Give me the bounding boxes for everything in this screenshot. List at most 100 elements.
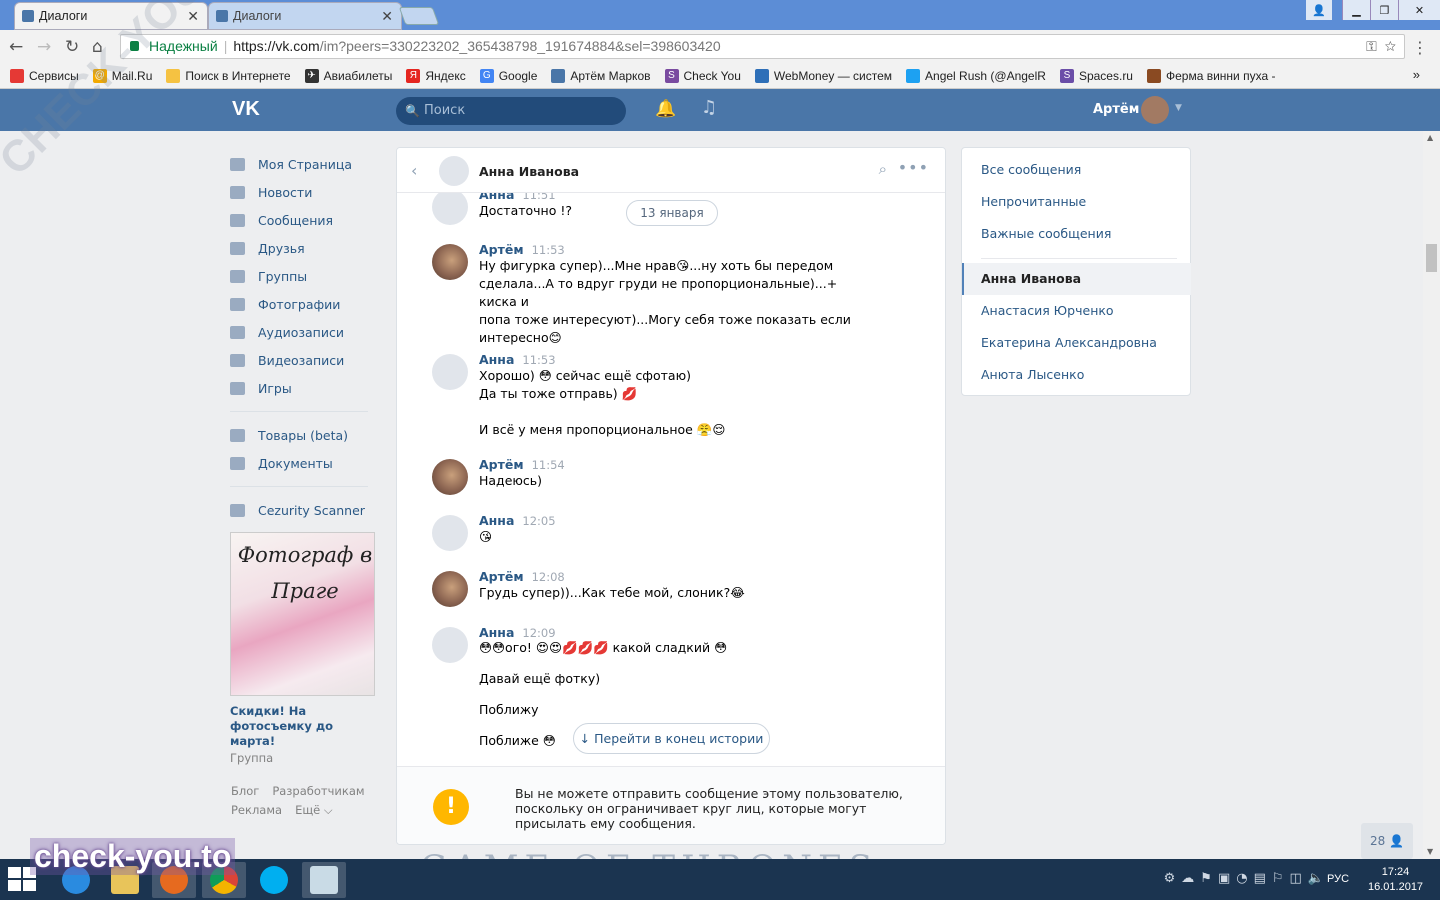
bell-icon[interactable]: 🔔 (655, 99, 676, 119)
ad-title[interactable]: Скидки! На фотосъемку до марта! (230, 704, 380, 749)
search-icon[interactable]: ⌕ (879, 160, 887, 178)
back-icon[interactable]: ← (9, 37, 23, 57)
home-icon[interactable]: ⌂ (92, 37, 103, 57)
star-icon[interactable]: ☆ (1385, 38, 1396, 54)
back-arrow-icon[interactable]: ‹ (411, 161, 417, 180)
jump-to-end-button[interactable]: ↓ Перейти в конец истории (573, 723, 770, 754)
dialog-item[interactable]: Анастасия Юрченко (981, 303, 1114, 318)
menu-item-my-page[interactable]: Моя Страница (230, 150, 380, 178)
message-author[interactable]: Артём (479, 242, 524, 257)
chat-avatar[interactable] (439, 156, 469, 186)
bookmark-yandex[interactable]: Я Яндекс (406, 68, 466, 83)
footer-ads[interactable]: Реклама (231, 803, 282, 817)
bookmark-google[interactable]: G Google (479, 68, 537, 83)
message-author[interactable]: Анна (479, 625, 514, 640)
close-window-button[interactable]: ✕ (1398, 0, 1440, 20)
clock[interactable]: 17:24 16.01.2017 (1368, 865, 1423, 895)
dialog-item-active[interactable]: Анна Иванова (962, 263, 1191, 295)
search-input[interactable]: 🔍 Поиск (396, 97, 626, 125)
scrollbar[interactable]: ▲ ▼ (1423, 131, 1440, 859)
friends-icon (230, 241, 245, 255)
avatar[interactable] (432, 354, 468, 390)
scroll-down-icon[interactable]: ▼ (1427, 847, 1433, 856)
dialog-item[interactable]: Анюта Лысенко (981, 367, 1084, 382)
bookmark-twitter[interactable]: Angel Rush (@AngelR (906, 68, 1046, 83)
menu-item-news[interactable]: Новости (230, 178, 380, 206)
bookmark-search[interactable]: Поиск в Интернете (166, 68, 291, 83)
vk-logo[interactable]: VK (232, 98, 260, 121)
filter-unread[interactable]: Непрочитанные (981, 194, 1086, 209)
avatar[interactable] (432, 627, 468, 663)
avatar[interactable] (432, 515, 468, 551)
scroll-up-icon[interactable]: ▲ (1427, 133, 1433, 142)
groups-icon (230, 269, 245, 283)
more-bookmarks-icon[interactable]: » (1413, 67, 1420, 82)
footer-more[interactable]: Ещё ⌵ (295, 803, 333, 817)
address-bar[interactable]: Надежный | https://vk.com/im?peers=3302232… (120, 34, 1405, 59)
scroll-thumb[interactable] (1426, 244, 1437, 272)
message-author[interactable]: Артём (479, 457, 524, 472)
notepad-icon[interactable] (302, 862, 346, 898)
avatar[interactable] (432, 244, 468, 280)
dialog-item[interactable]: Екатерина Александровна (981, 335, 1157, 350)
footer-dev[interactable]: Разработчикам (272, 784, 364, 798)
music-icon[interactable]: ♫ (701, 97, 717, 118)
tab-dialogs-active[interactable]: Диалоги ✕ (14, 2, 208, 30)
avatar[interactable] (432, 193, 468, 225)
message-author[interactable]: Анна (479, 352, 514, 367)
bookmark-mailru[interactable]: @ Mail.Ru (92, 68, 152, 83)
chevron-down-icon[interactable]: ▼ (1175, 103, 1182, 113)
message-time: 12:09 (522, 626, 556, 640)
bookmark-services[interactable]: Сервисы (10, 68, 79, 83)
ad-image[interactable]: Фотограф в Праге (230, 532, 375, 696)
tab-title: Диалоги (39, 9, 88, 23)
language-indicator[interactable]: РУС (1327, 873, 1349, 885)
bookmark-artem[interactable]: Артём Марков (551, 68, 651, 83)
forward-icon[interactable]: → (37, 37, 51, 57)
bookmark-webmoney[interactable]: WebMoney — систем (754, 68, 892, 83)
system-tray-icons[interactable]: ⚙☁⚑▣◔▤⚐◫🔈 (1164, 871, 1330, 886)
menu-item-messages[interactable]: Сообщения (230, 206, 380, 234)
menu-item-audio[interactable]: Аудиозаписи (230, 318, 380, 346)
menu-item-friends[interactable]: Друзья (230, 234, 380, 262)
profile-icon[interactable]: 👤 (1306, 0, 1332, 20)
bookmark-farm[interactable]: Ферма винни пуха - (1146, 68, 1275, 83)
menu-item-video[interactable]: Видеозаписи (230, 346, 380, 374)
tab-dialogs[interactable]: Диалоги ✕ (208, 2, 402, 30)
new-tab-button[interactable] (398, 7, 440, 25)
bookmark-avia[interactable]: ✈ Авиабилеты (304, 68, 392, 83)
menu-item-games[interactable]: Игры (230, 374, 380, 402)
chrome-menu-icon[interactable]: ⋮ (1412, 38, 1428, 57)
minimize-button[interactable]: ▁ (1342, 0, 1370, 20)
menu-item-cezurity[interactable]: Cezurity Scanner (230, 496, 380, 524)
message-author[interactable]: Анна (479, 193, 514, 202)
skype-icon[interactable] (252, 862, 296, 898)
message-list[interactable]: 13 января Анна 11:51 Достаточно !? Артём 1… (397, 193, 945, 766)
bookmark-checkyou[interactable]: S Check You (664, 68, 741, 83)
filter-all-messages[interactable]: Все сообщения (981, 162, 1081, 177)
bookmark-spaces[interactable]: S Spaces.ru (1059, 68, 1133, 83)
message-author[interactable]: Артём (479, 569, 524, 584)
close-tab-icon[interactable]: ✕ (381, 3, 393, 29)
avatar[interactable] (432, 571, 468, 607)
menu-item-photos[interactable]: Фотографии (230, 290, 380, 318)
close-tab-icon[interactable]: ✕ (187, 3, 199, 29)
mailru-icon: @ (92, 68, 107, 83)
avatar[interactable] (1141, 96, 1169, 124)
avatar[interactable] (432, 459, 468, 495)
menu-item-groups[interactable]: Группы (230, 262, 380, 290)
browser-tab-bar: Диалоги ✕ Диалоги ✕ 👤 ▁ ❐ ✕ (0, 0, 1440, 30)
restore-button[interactable]: ❐ (1370, 0, 1398, 20)
user-name[interactable]: Артём (1093, 102, 1139, 117)
footer-blog[interactable]: Блог (231, 784, 259, 798)
notification-count-badge[interactable]: 28 👤 (1361, 823, 1413, 859)
menu-item-goods[interactable]: Товары (beta) (230, 421, 380, 449)
spaces-icon: S (1059, 68, 1074, 83)
chat-title[interactable]: Анна Иванова (479, 164, 579, 179)
reload-icon[interactable]: ↻ (65, 37, 79, 57)
message-author[interactable]: Анна (479, 513, 514, 528)
more-dots-icon[interactable]: ••• (898, 158, 929, 177)
key-icon[interactable]: ⚿ (1366, 38, 1377, 54)
menu-item-docs[interactable]: Документы (230, 449, 380, 477)
filter-important[interactable]: Важные сообщения (981, 226, 1111, 241)
